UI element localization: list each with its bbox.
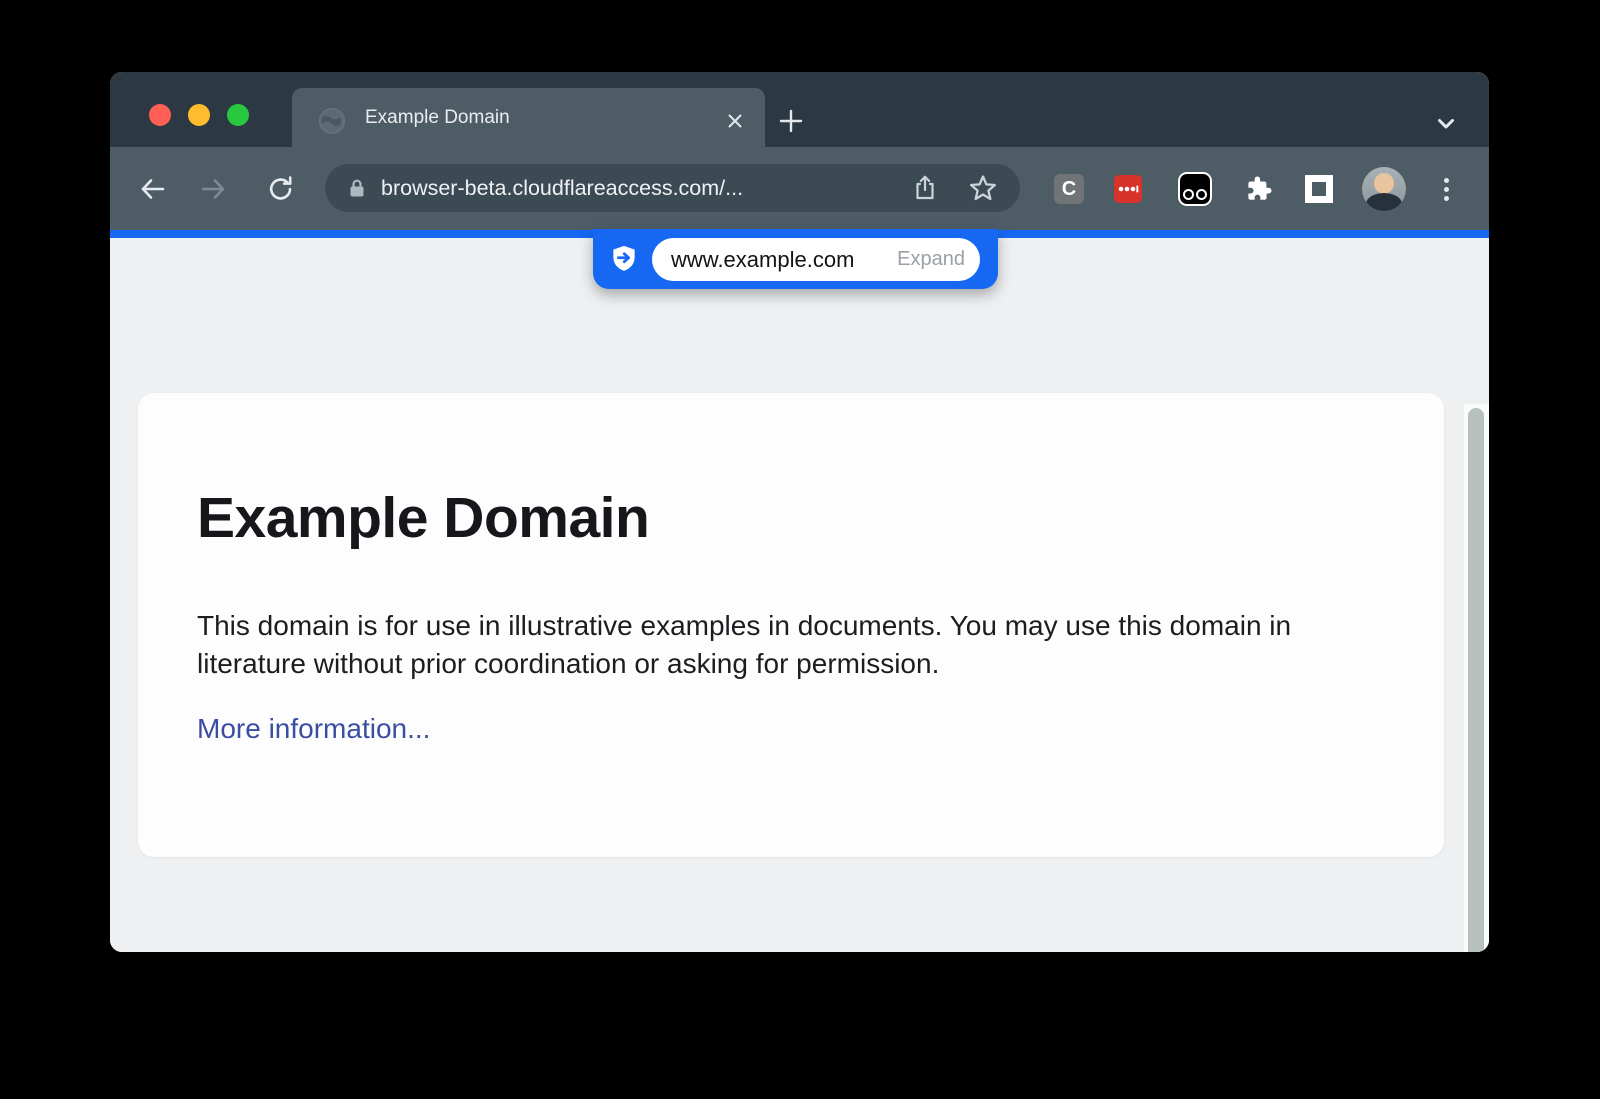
new-tab-plus-icon[interactable] <box>774 104 808 138</box>
page-viewport: Example Domain This domain is for use in… <box>110 238 1489 952</box>
tab-strip: Example Domain <box>110 72 1489 147</box>
globe-icon <box>318 107 346 135</box>
bookmark-star-icon[interactable] <box>968 173 998 203</box>
kebab-dots-glyph <box>1444 174 1449 205</box>
reload-icon[interactable] <box>264 172 298 206</box>
content-card: Example Domain This domain is for use in… <box>138 393 1444 857</box>
page-paragraph: This domain is for use in illustrative e… <box>197 607 1347 683</box>
extension-square-icon[interactable] <box>1305 172 1333 206</box>
extensions-puzzle-icon[interactable] <box>1243 172 1273 206</box>
lastpass-dots-glyph <box>1114 175 1142 203</box>
lock-icon[interactable] <box>345 176 369 200</box>
extension-c-icon[interactable]: C <box>1054 172 1084 206</box>
extension-c-glyph: C <box>1054 174 1084 204</box>
square-glyph <box>1305 175 1333 203</box>
tab-example-domain[interactable]: Example Domain <box>292 88 765 148</box>
chevron-down-icon[interactable] <box>1431 108 1461 138</box>
more-information-link[interactable]: More information... <box>197 713 430 745</box>
scrollbar-track[interactable] <box>1464 404 1489 952</box>
shield-arrow-icon <box>609 244 639 274</box>
back-arrow-icon[interactable] <box>136 172 170 206</box>
two-circles-glyph <box>1178 172 1212 206</box>
extension-lastpass-icon[interactable] <box>1114 172 1142 206</box>
browser-window: Example Domain <box>110 72 1489 952</box>
profile-avatar[interactable] <box>1362 172 1406 206</box>
window-minimize-button[interactable] <box>188 104 210 126</box>
isolation-domain-field[interactable]: www.example.com Expand <box>652 238 980 281</box>
expand-button[interactable]: Expand <box>897 248 965 271</box>
window-close-button[interactable] <box>149 104 171 126</box>
scrollbar-thumb[interactable] <box>1468 408 1484 952</box>
isolated-domain-text: www.example.com <box>671 247 854 273</box>
page-title: Example Domain <box>197 485 1384 551</box>
tab-title: Example Domain <box>365 88 510 148</box>
tab-close-icon[interactable] <box>722 108 748 134</box>
isolation-url-pill[interactable]: www.example.com Expand <box>593 229 998 289</box>
url-text[interactable]: browser-beta.cloudflareaccess.com/... <box>381 176 882 201</box>
share-icon[interactable] <box>910 173 940 203</box>
toolbar: browser-beta.cloudflareaccess.com/... C <box>110 147 1489 230</box>
avatar-photo <box>1362 167 1406 211</box>
forward-arrow-icon[interactable] <box>196 172 230 206</box>
extension-two-circles-icon[interactable] <box>1178 172 1212 206</box>
window-zoom-button[interactable] <box>227 104 249 126</box>
address-bar[interactable]: browser-beta.cloudflareaccess.com/... <box>325 164 1020 212</box>
kebab-menu-icon[interactable] <box>1436 172 1456 206</box>
